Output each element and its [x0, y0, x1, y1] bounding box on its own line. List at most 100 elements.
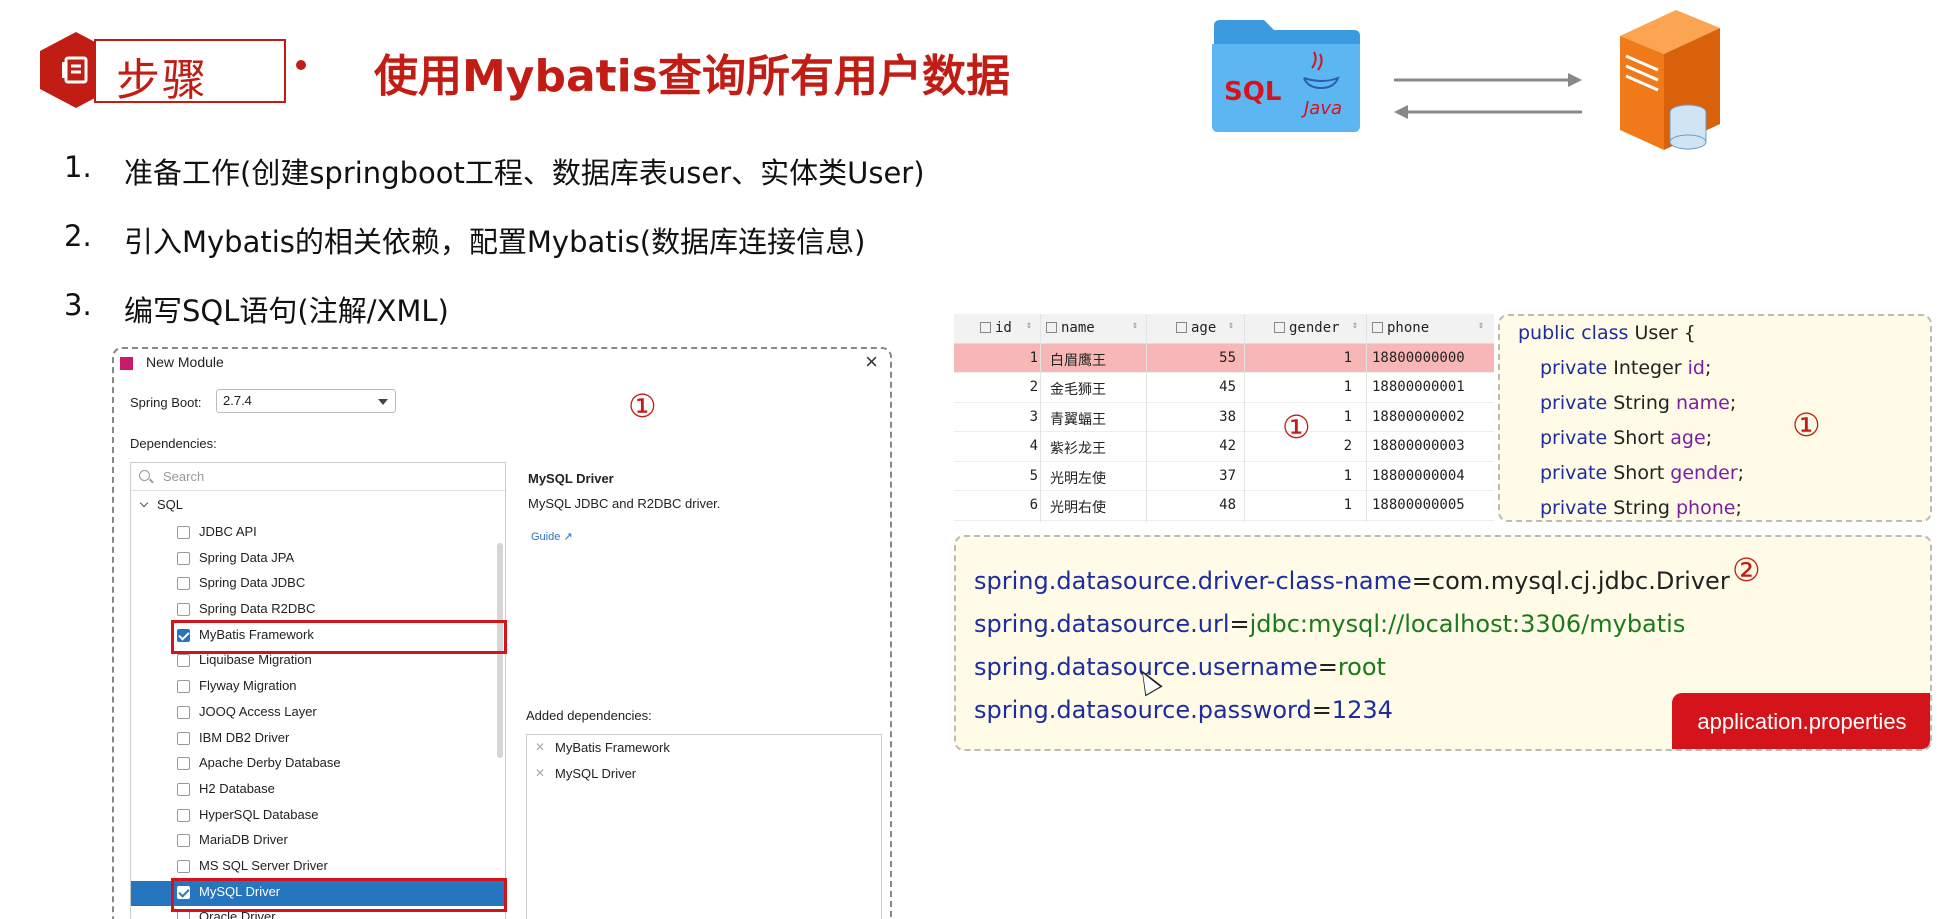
checkbox[interactable] — [177, 603, 190, 617]
table-row[interactable]: 4 紫衫龙王 42 2 18800000003 — [954, 432, 1494, 462]
table-cell[interactable]: 18800000005 — [1372, 497, 1465, 513]
dependency-label: Spring Data JDBC — [199, 575, 306, 591]
table-cell[interactable]: 1 — [1254, 350, 1352, 366]
search-placeholder: Search — [163, 469, 205, 484]
checkbox[interactable] — [177, 808, 190, 822]
search-icon — [139, 470, 150, 481]
column-separator — [1366, 314, 1367, 522]
checkbox[interactable] — [177, 551, 190, 565]
step-text: 准备工作(创建springboot工程、数据库表user、实体类User) — [124, 156, 925, 190]
column-header-age[interactable]: age — [1176, 320, 1216, 336]
step-number: 1. — [64, 150, 92, 184]
table-cell[interactable]: 光明左使 — [1050, 468, 1106, 488]
table-cell[interactable]: 紫衫龙王 — [1050, 438, 1106, 458]
new-module-dialog: New Module × Spring Boot: 2.7.4 ① Depend… — [112, 347, 892, 919]
table-cell[interactable]: 18800000000 — [1372, 350, 1465, 366]
table-cell[interactable]: 45 — [1154, 379, 1236, 395]
checkbox[interactable] — [177, 757, 190, 771]
table-cell[interactable]: 18800000001 — [1372, 379, 1465, 395]
badge-label: 步骤 — [116, 55, 208, 106]
column-header-phone[interactable]: phone — [1372, 320, 1429, 336]
dependency-label: H2 Database — [199, 780, 275, 796]
dependency-item[interactable]: HyperSQL Database — [131, 804, 505, 830]
checkbox[interactable] — [177, 731, 190, 745]
table-cell[interactable]: 18800000004 — [1372, 468, 1465, 484]
guide-link[interactable]: Guide ↗ — [531, 530, 573, 543]
table-cell[interactable]: 38 — [1154, 409, 1236, 425]
table-cell[interactable]: 55 — [1154, 350, 1236, 366]
dependency-item[interactable]: H2 Database — [131, 778, 505, 804]
dependency-item[interactable]: JOOQ Access Layer — [131, 701, 505, 727]
table-cell[interactable]: 5 — [968, 468, 1038, 484]
field-line: private Short age; — [1540, 427, 1713, 449]
dependency-item[interactable]: Apache Derby Database — [131, 752, 505, 778]
table-cell[interactable]: 48 — [1154, 497, 1236, 513]
dependency-item[interactable]: JDBC API — [131, 521, 505, 547]
sort-icon[interactable]: ⇕ — [1132, 320, 1138, 331]
checkbox[interactable] — [177, 705, 190, 719]
sort-icon[interactable]: ⇕ — [1352, 320, 1358, 331]
table-row[interactable]: 1 白眉鹰王 55 1 18800000000 — [954, 343, 1494, 373]
table-cell[interactable]: 1 — [1254, 468, 1352, 484]
table-cell[interactable]: 18800000003 — [1372, 438, 1465, 454]
column-header-gender[interactable]: gender — [1274, 320, 1340, 336]
table-cell[interactable]: 42 — [1154, 438, 1236, 454]
checkbox[interactable] — [177, 654, 190, 668]
table-row[interactable]: 6 光明右使 48 1 18800000005 — [954, 491, 1494, 521]
table-cell[interactable]: 青翼蝠王 — [1050, 409, 1106, 429]
column-separator — [1146, 314, 1147, 522]
checkbox[interactable] — [177, 782, 190, 796]
tree-group-label: SQL — [157, 497, 184, 512]
remove-icon[interactable]: ✕ — [535, 766, 545, 780]
dependency-item[interactable]: Spring Data JPA — [131, 547, 505, 573]
table-row[interactable]: 2 金毛狮王 45 1 18800000001 — [954, 373, 1494, 403]
sort-icon[interactable]: ⇕ — [1478, 320, 1484, 331]
column-icon — [1372, 322, 1383, 333]
tree-group-sql[interactable]: SQL — [139, 497, 184, 512]
table-cell[interactable]: 白眉鹰王 — [1050, 350, 1106, 370]
user-table-grid: id ⇕ name ⇕ age ⇕ gender ⇕ phone ⇕ 1 白眉鹰王… — [954, 314, 1494, 522]
property-line: spring.datasource.password=1234 — [974, 696, 1393, 724]
sort-icon[interactable]: ⇕ — [1026, 320, 1032, 331]
remove-icon[interactable]: ✕ — [535, 740, 545, 754]
folder-java-label: Java — [1301, 98, 1342, 119]
dependency-item[interactable]: Flyway Migration — [131, 675, 505, 701]
checkbox[interactable] — [177, 680, 190, 694]
table-cell[interactable]: 4 — [968, 438, 1038, 454]
table-cell[interactable]: 金毛狮王 — [1050, 379, 1106, 399]
table-cell[interactable]: 1 — [968, 350, 1038, 366]
sort-icon[interactable]: ⇕ — [1228, 320, 1234, 331]
property-line: spring.datasource.username=root — [974, 653, 1386, 681]
table-cell[interactable]: 3 — [968, 409, 1038, 425]
checkbox[interactable] — [177, 577, 190, 591]
table-cell[interactable]: 18800000002 — [1372, 409, 1465, 425]
table-row[interactable]: 3 青翼蝠王 38 1 18800000002 — [954, 403, 1494, 432]
dependency-label: MariaDB Driver — [199, 832, 288, 848]
dependency-item[interactable]: IBM DB2 Driver — [131, 727, 505, 753]
checkbox[interactable] — [177, 911, 190, 919]
dependency-item[interactable]: MariaDB Driver — [131, 829, 505, 855]
bullet-dot — [296, 60, 306, 70]
table-cell[interactable]: 6 — [968, 497, 1038, 513]
column-icon — [1046, 322, 1057, 333]
table-cell[interactable]: 1 — [1254, 379, 1352, 395]
checkbox[interactable] — [177, 526, 190, 539]
close-icon[interactable]: × — [865, 349, 878, 375]
spring-boot-version-select[interactable]: 2.7.4 — [216, 389, 396, 413]
dependency-item[interactable]: MS SQL Server Driver — [131, 855, 505, 881]
table-cell[interactable]: 37 — [1154, 468, 1236, 484]
column-separator — [1040, 314, 1041, 522]
table-row[interactable]: 5 光明左使 37 1 18800000004 — [954, 462, 1494, 491]
checkbox[interactable] — [177, 834, 190, 848]
checkbox[interactable] — [177, 859, 190, 873]
table-cell[interactable]: 2 — [968, 379, 1038, 395]
field-line: private String name; — [1540, 392, 1737, 414]
table-cell[interactable]: 光明右使 — [1050, 497, 1106, 517]
step-badge: 步骤 — [38, 30, 286, 110]
dependency-item[interactable]: Spring Data JDBC — [131, 572, 505, 598]
column-header-name[interactable]: name — [1046, 320, 1095, 336]
highlight-box-mysql — [171, 878, 507, 912]
table-cell[interactable]: 1 — [1254, 497, 1352, 513]
column-header-id[interactable]: id — [980, 320, 1012, 336]
dependency-search-input[interactable]: Search — [131, 463, 505, 491]
